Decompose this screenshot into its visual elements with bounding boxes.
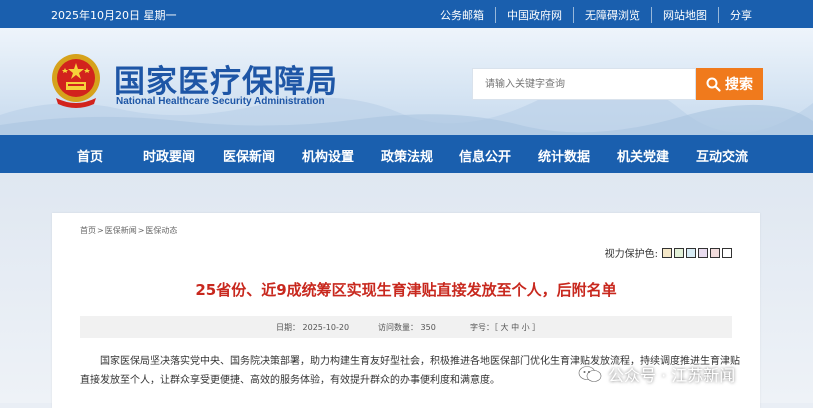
color-swatch-beige[interactable] — [662, 247, 672, 258]
nav-medical-news[interactable]: 医保新闻 — [223, 146, 275, 165]
search-button[interactable]: 搜索 — [696, 68, 763, 100]
font-size-selector[interactable]: 字号：［ 大 中 小 ］ — [470, 322, 540, 333]
nav-organization[interactable]: 机构设置 — [302, 146, 354, 165]
link-accessibility[interactable]: 无障碍浏览 — [573, 7, 651, 23]
article-meta: 日期： 2025-10-20 访问数量： 350 字号：［ 大 中 小 ］ — [80, 316, 732, 338]
nav-open-info[interactable]: 信息公开 — [459, 146, 511, 165]
search-button-label: 搜索 — [725, 77, 753, 93]
color-swatch-green[interactable] — [674, 247, 684, 258]
search-input[interactable] — [473, 69, 695, 99]
color-swatch-white[interactable] — [722, 247, 732, 258]
color-swatch-blue[interactable] — [686, 247, 696, 258]
current-date: 2025年10月20日 星期一 — [51, 9, 177, 22]
nav-party[interactable]: 机关党建 — [617, 146, 669, 165]
watermark-text: 公众号 · 江苏新闻 — [608, 366, 736, 385]
nav-home[interactable]: 首页 — [77, 146, 103, 165]
top-utility-bar: 2025年10月20日 星期一 公务邮箱 中国政府网 无障碍浏览 网站地图 分享 — [0, 0, 813, 28]
link-gov-portal[interactable]: 中国政府网 — [495, 7, 573, 23]
site-header: 国家医疗保障局 National Healthcare Security Adm… — [0, 28, 813, 135]
breadcrumb: 首页>医保新闻>医保动态 — [80, 225, 177, 236]
watermark: 公众号 · 江苏新闻 — [578, 362, 735, 386]
search-icon — [706, 77, 721, 92]
article-title: 25省份、近9成统筹区实现生育津贴直接发放至个人，后附名单 — [195, 281, 617, 299]
breadcrumb-separator: > — [137, 226, 145, 235]
site-subtitle: National Healthcare Security Administrat… — [116, 96, 325, 107]
view-protection-label: 视力保护色: — [604, 249, 658, 260]
breadcrumb-dynamics[interactable]: 医保动态 — [145, 226, 177, 235]
link-email[interactable]: 公务邮箱 — [429, 7, 495, 23]
wechat-icon — [578, 366, 602, 382]
article-date: 日期： 2025-10-20 — [276, 323, 350, 332]
top-links: 公务邮箱 中国政府网 无障碍浏览 网站地图 分享 — [429, 7, 763, 23]
search-box — [472, 68, 696, 100]
breadcrumb-home[interactable]: 首页 — [80, 226, 96, 235]
nav-politics[interactable]: 时政要闻 — [143, 146, 195, 165]
link-sitemap[interactable]: 网站地图 — [651, 7, 718, 23]
color-swatch-purple[interactable] — [698, 247, 708, 258]
breadcrumb-medical-news[interactable]: 医保新闻 — [105, 226, 137, 235]
breadcrumb-separator: > — [97, 226, 104, 235]
national-emblem-icon — [52, 54, 100, 108]
nav-statistics[interactable]: 统计数据 — [538, 146, 590, 165]
nav-interaction[interactable]: 互动交流 — [696, 146, 748, 165]
site-title: 国家医疗保障局 — [114, 64, 338, 100]
view-protection-colors: 视力保护色: — [605, 245, 732, 260]
color-swatch-pink[interactable] — [710, 247, 720, 258]
nav-policy[interactable]: 政策法规 — [381, 146, 433, 165]
article-views: 访问数量： 350 — [378, 323, 436, 332]
link-share[interactable]: 分享 — [718, 7, 763, 23]
main-nav: 首页 时政要闻 医保新闻 机构设置 政策法规 信息公开 统计数据 机关党建 互动… — [0, 135, 813, 173]
